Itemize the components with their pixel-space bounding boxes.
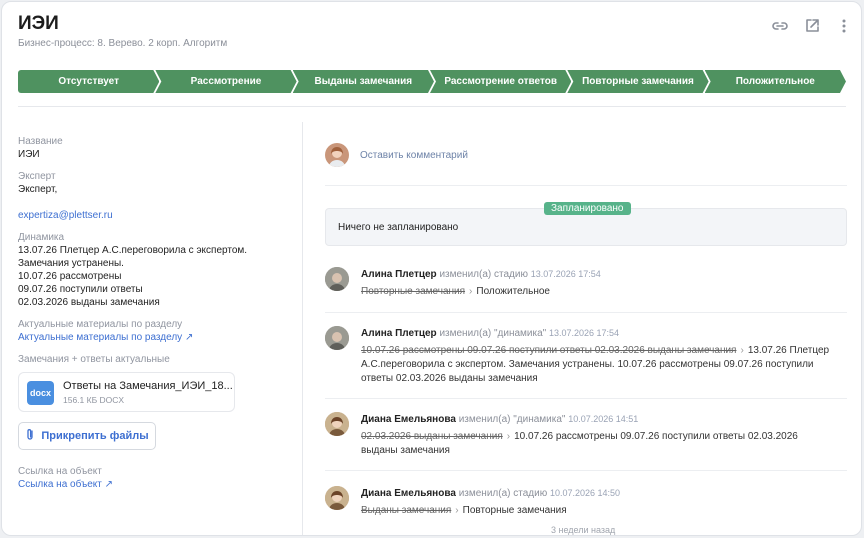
planned-text: Ничего не запланировано xyxy=(338,222,459,233)
event-time: 10.07.2026 14:51 xyxy=(568,414,639,424)
object-link[interactable]: Ссылка на объект ↗ xyxy=(18,478,288,491)
chevron-right-icon: › xyxy=(740,345,744,356)
event-header: Алина Плетцер изменил(а) "динамика" 13.0… xyxy=(361,328,619,339)
open-external-icon[interactable] xyxy=(802,16,822,36)
event-action: изменил(а) стадию xyxy=(458,488,548,499)
docx-file-icon: docx xyxy=(27,381,54,405)
avatar xyxy=(325,412,349,436)
event-old-value: 02.03.2026 выданы замечания xyxy=(361,431,503,442)
dynamics-line: Замечания устранены. xyxy=(18,258,124,269)
divider xyxy=(325,312,847,313)
event-action: изменил(а) стадию xyxy=(439,269,528,280)
stage-repeat-remarks[interactable]: Повторные замечания xyxy=(567,70,708,93)
object-link-text[interactable]: Ссылка на объект xyxy=(18,479,102,490)
activity-event: Алина Плетцер изменил(а) "динамика" 13.0… xyxy=(325,326,847,388)
event-body: Повторные замечания › Положительное xyxy=(361,285,831,299)
paperclip-icon xyxy=(25,428,35,444)
expert-value: Эксперт, xyxy=(18,184,58,195)
avatar xyxy=(325,267,349,291)
file-card[interactable]: docx Ответы на Замечания_ИЭИ_18... 156.1… xyxy=(18,372,235,412)
event-old-value: Выданы замечания xyxy=(361,505,452,516)
materials-link[interactable]: Актуальные материалы по разделу ↗ xyxy=(18,331,288,344)
activity-event: Диана Емельянова изменил(а) "динамика" 1… xyxy=(325,412,847,462)
stage-pipeline: Отсутствует Рассмотрение Выданы замечани… xyxy=(18,70,846,93)
event-new-value: Повторные замечания xyxy=(462,505,567,516)
remarks-label: Замечания + ответы актуальные xyxy=(18,354,170,365)
event-header: Алина Плетцер изменил(а) стадию 13.07.20… xyxy=(361,269,601,280)
attach-files-button[interactable]: Прикрепить файлы xyxy=(18,422,156,450)
chevron-right-icon: › xyxy=(455,505,459,516)
details-panel: Название ИЭИ Эксперт Эксперт, expertiza@… xyxy=(18,135,288,500)
event-time: 10.07.2026 14:50 xyxy=(549,488,621,498)
dynamics-line: 09.07.26 поступили ответы xyxy=(18,284,143,295)
task-card: ИЭИ Бизнес-процесс: 8. Верево. 2 корп. А… xyxy=(1,1,862,536)
stage-positive[interactable]: Положительное xyxy=(705,70,846,93)
chevron-right-icon: › xyxy=(469,286,473,297)
event-author: Диана Емельянова xyxy=(361,488,456,499)
stage-review[interactable]: Рассмотрение xyxy=(155,70,296,93)
arrow-up-right-icon: ↗ xyxy=(184,332,194,343)
stage-absent[interactable]: Отсутствует xyxy=(18,70,159,93)
arrow-up-right-icon: ↗ xyxy=(104,479,114,490)
event-new-value: Положительное xyxy=(476,286,550,297)
event-body: 10.07.26 рассмотрены 09.07.26 поступили … xyxy=(361,344,831,386)
event-action: изменил(а) "динамика" xyxy=(439,328,547,339)
event-old-value: Повторные замечания xyxy=(361,286,466,297)
attach-files-label: Прикрепить файлы xyxy=(41,430,149,442)
avatar xyxy=(325,486,349,510)
page-title: ИЭИ xyxy=(18,13,59,34)
event-author: Алина Плетцер xyxy=(361,269,437,280)
stage-remarks-issued[interactable]: Выданы замечания xyxy=(293,70,434,93)
header-divider xyxy=(18,106,846,107)
divider xyxy=(325,470,847,471)
activity-event: Диана Емельянова изменил(а) стадию 10.07… xyxy=(325,486,847,522)
materials-label: Актуальные материалы по разделу xyxy=(18,319,183,330)
divider xyxy=(325,185,847,186)
avatar xyxy=(325,326,349,350)
dynamics-line: 10.07.26 рассмотрены xyxy=(18,271,122,282)
expert-label: Эксперт xyxy=(18,171,56,182)
expert-email-link[interactable]: expertiza@plettser.ru xyxy=(18,209,288,222)
event-body: 02.03.2026 выданы замечания › 10.07.26 рас… xyxy=(361,430,831,458)
event-author: Диана Емельянова xyxy=(361,414,456,425)
chevron-right-icon: › xyxy=(506,431,511,442)
event-header: Диана Емельянова изменил(а) стадию 10.07… xyxy=(361,488,620,499)
event-author: Алина Плетцер xyxy=(361,328,437,339)
weeks-ago-separator: 3 недели назад xyxy=(551,525,616,535)
divider xyxy=(325,398,847,399)
event-action: изменил(а) "динамика" xyxy=(458,414,566,425)
dynamics-label: Динамика xyxy=(18,232,65,243)
file-name[interactable]: Ответы на Замечания_ИЭИ_18... xyxy=(63,380,233,392)
business-process-subtitle: Бизнес-процесс: 8. Верево. 2 корп. Алгор… xyxy=(18,38,228,49)
event-body: Выданы замечания › Повторные замечания xyxy=(361,504,831,518)
activity-event: Алина Плетцер изменил(а) стадию 13.07.20… xyxy=(325,267,847,307)
object-link-label: Ссылка на объект xyxy=(18,466,102,477)
stage-answers-review[interactable]: Рассмотрение ответов xyxy=(430,70,571,93)
more-vertical-icon[interactable] xyxy=(834,16,854,36)
comment-input[interactable]: Оставить комментарий xyxy=(360,150,468,161)
link-icon[interactable] xyxy=(770,16,790,36)
event-time: 13.07.2026 17:54 xyxy=(530,269,601,279)
column-divider xyxy=(302,122,303,535)
name-value: ИЭИ xyxy=(18,149,40,160)
event-time: 13.07.2026 17:54 xyxy=(549,328,620,338)
event-old-value: 10.07.26 рассмотрены 09.07.26 поступили … xyxy=(361,345,737,356)
comment-row: Оставить комментарий xyxy=(325,143,468,167)
event-header: Диана Емельянова изменил(а) "динамика" 1… xyxy=(361,414,638,425)
avatar xyxy=(325,143,349,167)
materials-link-text[interactable]: Актуальные материалы по разделу xyxy=(18,332,182,343)
dynamics-line: 13.07.26 Плетцер А.С.переговорила с эксп… xyxy=(18,245,248,256)
planned-badge: Запланировано xyxy=(544,202,631,215)
file-meta: 156.1 КБ DOCX xyxy=(63,395,125,405)
dynamics-line: 02.03.2026 выданы замечания xyxy=(18,297,160,308)
name-label: Название xyxy=(18,136,63,147)
